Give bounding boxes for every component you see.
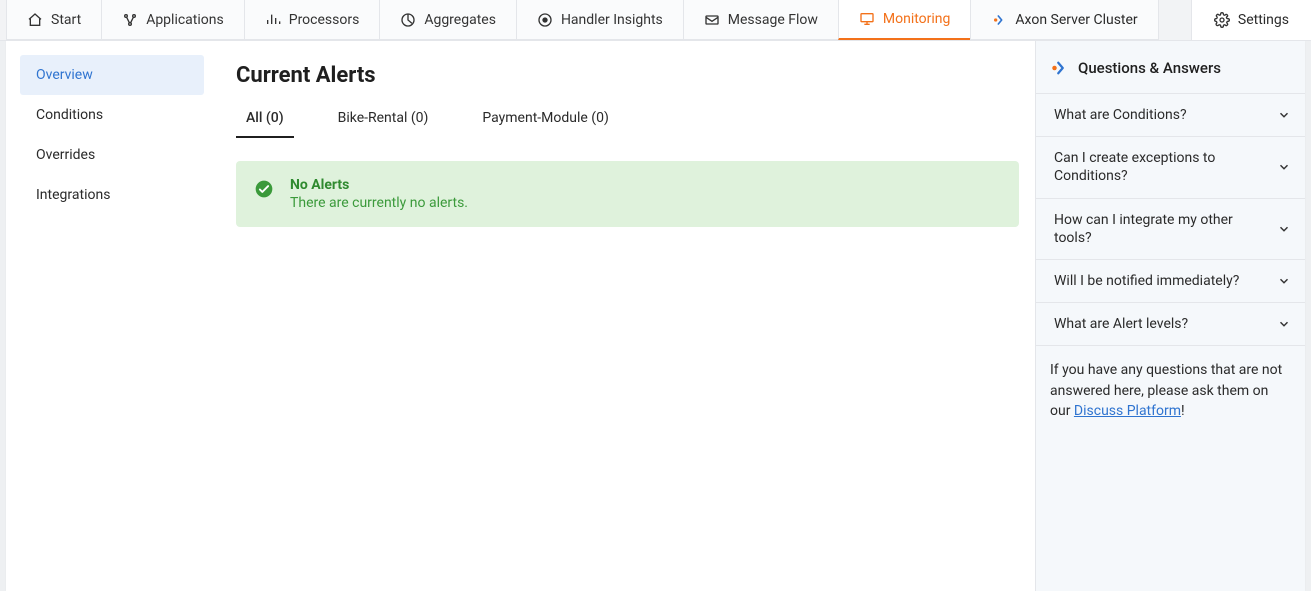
qa-item-exceptions[interactable]: Can I create exceptions to Conditions? [1036,137,1305,198]
nav-label: Processors [289,12,360,28]
nav-message-flow[interactable]: Message Flow [683,0,839,40]
nav-label: Start [51,12,81,28]
nav-label: Message Flow [728,12,818,28]
settings-label: Settings [1238,12,1289,28]
processors-icon [265,12,281,28]
sidebar-item-overview[interactable]: Overview [20,55,204,95]
chevron-down-icon [1277,160,1291,174]
tab-payment-module[interactable]: Payment-Module (0) [472,102,618,138]
qa-list: What are Conditions? Can I create except… [1036,93,1305,346]
tab-bike-rental[interactable]: Bike-Rental (0) [328,102,439,138]
nav-applications[interactable]: Applications [101,0,245,40]
tab-label: Bike-Rental (0) [338,110,429,126]
alert-subtitle: There are currently no alerts. [290,195,468,211]
page-title: Current Alerts [236,63,1019,88]
nav-axon-cluster[interactable]: Axon Server Cluster [970,0,1158,40]
nav-start[interactable]: Start [6,0,102,40]
chevron-down-icon [1277,222,1291,236]
sidebar-item-label: Overrides [36,147,95,163]
chevron-down-icon [1277,274,1291,288]
insights-icon [537,12,553,28]
qa-item-label: How can I integrate my other tools? [1054,211,1269,247]
nav-label: Monitoring [883,11,951,27]
nav-label: Applications [146,12,224,28]
nav-label: Aggregates [424,12,496,28]
sidebar-item-label: Integrations [36,187,110,203]
sidebar-item-conditions[interactable]: Conditions [20,95,204,135]
qa-item-label: Will I be notified immediately? [1054,272,1239,290]
top-nav-left: Start Applications Processors Aggregates [0,0,1191,40]
nav-aggregates[interactable]: Aggregates [379,0,517,40]
nav-label: Axon Server Cluster [1015,12,1137,28]
sidebar: Overview Conditions Overrides Integratio… [6,41,218,591]
sidebar-item-overrides[interactable]: Overrides [20,135,204,175]
discuss-platform-link[interactable]: Discuss Platform [1074,403,1181,419]
chevron-down-icon [1277,108,1291,122]
home-icon [27,12,43,28]
qa-panel: Questions & Answers What are Conditions?… [1035,41,1305,591]
nav-monitoring[interactable]: Monitoring [838,0,972,40]
alert-title: No Alerts [290,177,468,193]
mail-icon [704,12,720,28]
check-circle-icon [254,179,274,199]
qa-item-label: Can I create exceptions to Conditions? [1054,149,1269,185]
nav-settings[interactable]: Settings [1191,0,1311,40]
body-area: Overview Conditions Overrides Integratio… [6,41,1305,591]
qa-item-notified-immediately[interactable]: Will I be notified immediately? [1036,260,1305,303]
alert-tabs: All (0) Bike-Rental (0) Payment-Module (… [236,102,1019,139]
qa-item-integrate-tools[interactable]: How can I integrate my other tools? [1036,199,1305,260]
sidebar-item-label: Conditions [36,107,103,123]
nav-processors[interactable]: Processors [244,0,381,40]
top-nav-right: Settings [1191,0,1311,40]
qa-item-label: What are Conditions? [1054,106,1187,124]
nav-handler-insights[interactable]: Handler Insights [516,0,684,40]
apps-icon [122,12,138,28]
qa-header: Questions & Answers [1036,59,1305,93]
aggregates-icon [400,12,416,28]
axon-icon [1050,59,1068,77]
tab-all[interactable]: All (0) [236,102,294,138]
nav-label: Handler Insights [561,12,663,28]
sidebar-item-integrations[interactable]: Integrations [20,175,204,215]
tab-label: All (0) [246,110,284,126]
top-nav: Start Applications Processors Aggregates [0,0,1311,41]
qa-item-alert-levels[interactable]: What are Alert levels? [1036,303,1305,346]
chevron-down-icon [1277,317,1291,331]
alert-text: No Alerts There are currently no alerts. [290,177,468,211]
qa-item-conditions[interactable]: What are Conditions? [1036,94,1305,137]
monitor-icon [859,11,875,27]
tab-label: Payment-Module (0) [482,110,608,126]
main-content: Current Alerts All (0) Bike-Rental (0) P… [218,41,1035,591]
qa-footer: If you have any questions that are not a… [1036,346,1305,421]
qa-item-label: What are Alert levels? [1054,315,1188,333]
gear-icon [1214,12,1230,28]
axon-icon [991,12,1007,28]
sidebar-item-label: Overview [36,67,93,83]
qa-title: Questions & Answers [1078,59,1221,77]
no-alerts-banner: No Alerts There are currently no alerts. [236,161,1019,227]
qa-footer-text-post: ! [1181,403,1185,419]
